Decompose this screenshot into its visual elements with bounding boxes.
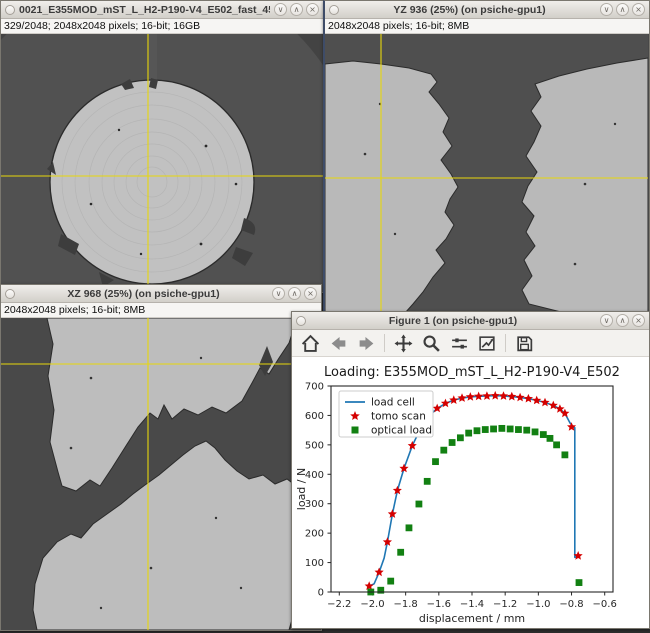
close-button[interactable]: ×	[304, 287, 317, 300]
svg-text:−2.0: −2.0	[360, 599, 384, 610]
xy-slice-graphic	[1, 34, 323, 292]
subplots-icon	[450, 334, 469, 353]
toolbar-pan-button[interactable]	[390, 331, 416, 355]
toolbar-separator	[505, 334, 506, 352]
svg-text:−1.4: −1.4	[460, 599, 484, 610]
close-button[interactable]: ×	[632, 3, 645, 16]
x-axis-label: displacement / mm	[419, 612, 525, 625]
svg-text:600: 600	[305, 411, 324, 422]
customize-icon	[478, 334, 497, 353]
yz-slice-image[interactable]	[325, 34, 649, 313]
window-menu-icon[interactable]	[329, 5, 339, 15]
home-icon	[301, 334, 320, 353]
xy-slice-window: 0021_E355MOD_mST_L_H2-P190-V4_E502_fast_…	[0, 0, 324, 293]
figure-toolbar	[292, 330, 649, 357]
loading-chart: Loading: E355MOD_mST_L_H2-P190-V4_E502 −2…	[292, 357, 649, 628]
maximize-button[interactable]: ∧	[290, 3, 303, 16]
pan-icon	[394, 334, 413, 353]
shade-button[interactable]: ∨	[600, 314, 613, 327]
svg-text:−2.2: −2.2	[327, 599, 351, 610]
xy-image-info: 329/2048; 2048x2048 pixels; 16-bit; 16GB	[1, 19, 323, 34]
maximize-button[interactable]: ∧	[616, 314, 629, 327]
maximize-button[interactable]: ∧	[288, 287, 301, 300]
xz-titlebar[interactable]: XZ 968 (25%) (on psiche-gpu1) ∨ ∧ ×	[1, 285, 321, 303]
shade-button[interactable]: ∨	[272, 287, 285, 300]
yz-window-title: YZ 936 (25%) (on psiche-gpu1)	[343, 4, 596, 16]
svg-text:−0.6: −0.6	[593, 599, 617, 610]
svg-text:−0.8: −0.8	[559, 599, 583, 610]
xz-slice-graphic	[1, 318, 321, 630]
figure-titlebar[interactable]: Figure 1 (on psiche-gpu1) ∨ ∧ ×	[292, 312, 649, 330]
xz-slice-window: XZ 968 (25%) (on psiche-gpu1) ∨ ∧ × 2048…	[0, 284, 322, 631]
svg-text:−1.8: −1.8	[393, 599, 417, 610]
figure-window-title: Figure 1 (on psiche-gpu1)	[310, 315, 596, 327]
window-menu-icon[interactable]	[296, 316, 306, 326]
svg-text:−1.0: −1.0	[526, 599, 550, 610]
chart-title: Loading: E355MOD_mST_L_H2-P190-V4_E502	[324, 365, 620, 380]
toolbar-separator	[384, 334, 385, 352]
svg-text:−1.6: −1.6	[427, 599, 451, 610]
zoom-icon	[422, 334, 441, 353]
figure-canvas[interactable]: Loading: E355MOD_mST_L_H2-P190-V4_E502 −2…	[292, 357, 649, 628]
fracture-right-fragment	[522, 58, 648, 313]
window-buttons: ∨ ∧ ×	[272, 287, 317, 300]
specimen-cross-section	[50, 80, 254, 284]
window-menu-icon[interactable]	[5, 289, 15, 299]
shade-button[interactable]: ∨	[600, 3, 613, 16]
yz-titlebar[interactable]: YZ 936 (25%) (on psiche-gpu1) ∨ ∧ ×	[325, 1, 649, 19]
back-icon	[329, 334, 348, 353]
svg-text:100: 100	[305, 558, 324, 569]
xy-slice-image[interactable]	[1, 34, 323, 292]
toolbar-subplots-button[interactable]	[446, 331, 472, 355]
window-buttons: ∨ ∧ ×	[274, 3, 319, 16]
maximize-button[interactable]: ∧	[616, 3, 629, 16]
svg-text:0: 0	[318, 588, 324, 599]
close-button[interactable]: ×	[632, 314, 645, 327]
xy-window-title: 0021_E355MOD_mST_L_H2-P190-V4_E502_fast_…	[19, 4, 270, 16]
toolbar-zoom-button[interactable]	[418, 331, 444, 355]
toolbar-back-button[interactable]	[325, 331, 351, 355]
svg-text:optical load: optical load	[371, 425, 432, 437]
xz-window-title: XZ 968 (25%) (on psiche-gpu1)	[19, 288, 268, 300]
yz-slice-graphic	[325, 34, 648, 313]
toolbar-customize-button[interactable]	[474, 331, 500, 355]
svg-text:700: 700	[305, 382, 324, 393]
window-menu-icon[interactable]	[5, 5, 15, 15]
svg-text:tomo scan: tomo scan	[371, 411, 426, 423]
xz-slice-image[interactable]	[1, 318, 321, 630]
shade-button[interactable]: ∨	[274, 3, 287, 16]
y-axis-label: load / N	[295, 468, 308, 510]
toolbar-save-button[interactable]	[511, 331, 537, 355]
svg-text:500: 500	[305, 440, 324, 451]
window-buttons: ∨ ∧ ×	[600, 314, 645, 327]
figure-window: Figure 1 (on psiche-gpu1) ∨ ∧ × Loading:…	[291, 311, 650, 629]
svg-text:200: 200	[305, 529, 324, 540]
window-buttons: ∨ ∧ ×	[600, 3, 645, 16]
yz-image-info: 2048x2048 pixels; 16-bit; 8MB	[325, 19, 649, 34]
close-button[interactable]: ×	[306, 3, 319, 16]
chart-legend: load cell tomo scan optical load	[339, 391, 433, 437]
toolbar-forward-button[interactable]	[353, 331, 379, 355]
xy-titlebar[interactable]: 0021_E355MOD_mST_L_H2-P190-V4_E502_fast_…	[1, 1, 323, 19]
save-icon	[515, 334, 534, 353]
toolbar-home-button[interactable]	[297, 331, 323, 355]
xz-image-info: 2048x2048 pixels; 16-bit; 8MB	[1, 303, 321, 318]
forward-icon	[357, 334, 376, 353]
yz-slice-window: YZ 936 (25%) (on psiche-gpu1) ∨ ∧ × 2048…	[323, 0, 650, 313]
svg-text:−1.2: −1.2	[493, 599, 517, 610]
svg-text:load cell: load cell	[371, 397, 415, 409]
